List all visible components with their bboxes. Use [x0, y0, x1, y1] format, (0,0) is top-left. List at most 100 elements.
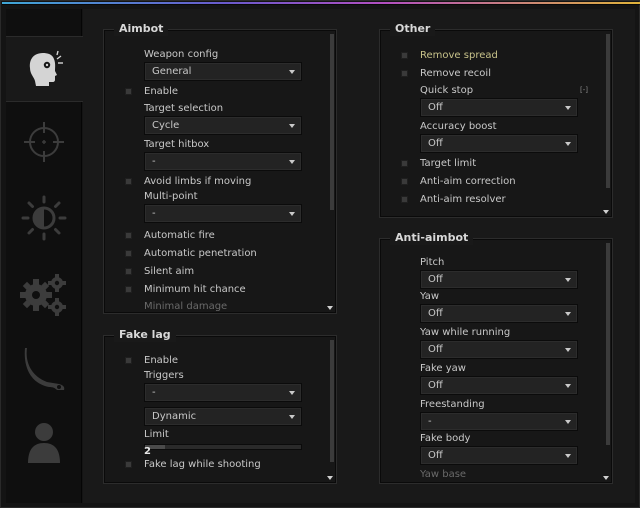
minimal-damage-label: Minimal damage — [144, 301, 228, 312]
other-group: Other Remove spread Remove recoil Quick … — [379, 22, 613, 218]
automatic-penetration-checkbox[interactable] — [125, 250, 132, 257]
yaw-value: Off — [428, 308, 443, 319]
pitch-value: Off — [428, 274, 443, 285]
freestanding-select[interactable]: - — [420, 412, 578, 431]
multipoint-value: - — [152, 208, 156, 219]
antiaim-group: Anti-aimbot Pitch Off Yaw Off Yaw while … — [379, 231, 613, 484]
aimbot-group: Aimbot Weapon config General Enable Targ… — [103, 22, 337, 314]
fakelag-scrollbar[interactable] — [330, 340, 334, 462]
accuracy-boost-select[interactable]: Off — [420, 134, 578, 153]
multipoint-select[interactable]: - — [144, 204, 302, 223]
yaw-select[interactable]: Off — [420, 304, 578, 323]
quick-stop-keybind[interactable]: [-] — [580, 86, 588, 94]
chevron-down-icon — [565, 312, 571, 316]
chevron-down-icon — [289, 391, 295, 395]
limit-slider[interactable] — [144, 444, 302, 450]
content-area: Aimbot Weapon config General Enable Targ… — [83, 9, 635, 503]
antiaim-scrollbar[interactable] — [606, 243, 610, 445]
weapon-config-label: Weapon config — [144, 49, 219, 60]
triggers-select[interactable]: - — [144, 383, 302, 402]
while-shooting-label: Fake lag while shooting — [144, 459, 261, 470]
while-shooting-checkbox[interactable] — [125, 461, 132, 468]
chevron-down-icon — [289, 212, 295, 216]
fakelag-enable-checkbox[interactable] — [125, 357, 132, 364]
freestanding-value: - — [428, 416, 432, 427]
avoid-limbs-checkbox[interactable] — [125, 178, 132, 185]
limit-value: 2 — [144, 446, 151, 457]
head-target-icon — [29, 50, 63, 86]
chevron-down-icon — [565, 106, 571, 110]
knife-icon — [24, 348, 65, 390]
antiaim-correction-checkbox[interactable] — [401, 178, 408, 185]
quick-stop-label: Quick stop — [420, 85, 474, 96]
weapon-config-select[interactable]: General — [144, 62, 302, 81]
tab-players[interactable] — [6, 409, 82, 475]
target-limit-label: Target limit — [420, 158, 477, 169]
pitch-select[interactable]: Off — [420, 270, 578, 289]
menu-window: Aimbot Weapon config General Enable Targ… — [0, 0, 640, 508]
silent-aim-label: Silent aim — [144, 266, 195, 277]
brightness-icon — [21, 195, 67, 241]
target-selection-label: Target selection — [144, 103, 224, 114]
freestanding-label: Freestanding — [420, 399, 485, 410]
fake-yaw-value: Off — [428, 380, 443, 391]
scroll-down-icon[interactable] — [327, 306, 333, 310]
scroll-down-icon[interactable] — [603, 476, 609, 480]
quick-stop-select[interactable]: Off — [420, 98, 578, 117]
tab-rage[interactable] — [6, 36, 83, 102]
yaw-running-value: Off — [428, 344, 443, 355]
accuracy-boost-label: Accuracy boost — [420, 121, 497, 132]
remove-recoil-checkbox[interactable] — [401, 70, 408, 77]
crosshair-icon — [24, 122, 64, 162]
tab-visuals[interactable] — [6, 185, 82, 251]
aimbot-scrollbar[interactable] — [330, 34, 334, 210]
min-hit-chance-label: Minimum hit chance — [144, 284, 246, 295]
fake-body-select[interactable]: Off — [420, 446, 578, 465]
scroll-down-icon[interactable] — [603, 210, 609, 214]
other-scrollbar[interactable] — [606, 34, 610, 188]
target-hitbox-label: Target hitbox — [144, 139, 210, 150]
fakelag-mode-select[interactable]: Dynamic — [144, 407, 302, 426]
yaw-running-label: Yaw while running — [420, 327, 511, 338]
fake-body-value: Off — [428, 450, 443, 461]
fake-body-label: Fake body — [420, 433, 471, 444]
sidebar — [6, 9, 83, 503]
chevron-down-icon — [289, 160, 295, 164]
triggers-label: Triggers — [144, 370, 184, 381]
automatic-fire-checkbox[interactable] — [125, 232, 132, 239]
fake-yaw-select[interactable]: Off — [420, 376, 578, 395]
quick-stop-value: Off — [428, 102, 443, 113]
chevron-down-icon — [289, 415, 295, 419]
target-selection-select[interactable]: Cycle — [144, 116, 302, 135]
pitch-label: Pitch — [420, 257, 445, 268]
target-limit-checkbox[interactable] — [401, 160, 408, 167]
silent-aim-checkbox[interactable] — [125, 268, 132, 275]
target-hitbox-select[interactable]: - — [144, 152, 302, 171]
antiaim-resolver-label: Anti-aim resolver — [420, 194, 506, 205]
scroll-down-icon[interactable] — [327, 476, 333, 480]
automatic-fire-label: Automatic fire — [144, 230, 215, 241]
min-hit-chance-checkbox[interactable] — [125, 286, 132, 293]
antiaim-resolver-checkbox[interactable] — [401, 196, 408, 203]
chevron-down-icon — [289, 70, 295, 74]
tab-misc[interactable] — [6, 261, 82, 327]
tab-skins[interactable] — [6, 335, 82, 401]
remove-spread-label: Remove spread — [420, 50, 498, 61]
enable-aimbot-label: Enable — [144, 86, 179, 97]
remove-spread-checkbox[interactable] — [401, 52, 408, 59]
chevron-down-icon — [289, 124, 295, 128]
fakelag-mode-value: Dynamic — [152, 411, 197, 422]
chevron-down-icon — [565, 142, 571, 146]
tab-legit[interactable] — [6, 109, 82, 175]
limit-label: Limit — [144, 429, 169, 440]
enable-aimbot-checkbox[interactable] — [125, 88, 132, 95]
target-selection-value: Cycle — [152, 120, 180, 131]
yaw-base-label: Yaw base — [420, 469, 467, 480]
weapon-config-value: General — [152, 66, 192, 77]
chevron-down-icon — [565, 454, 571, 458]
chevron-down-icon — [565, 348, 571, 352]
yaw-running-select[interactable]: Off — [420, 340, 578, 359]
antiaim-correction-label: Anti-aim correction — [420, 176, 516, 187]
target-hitbox-value: - — [152, 156, 156, 167]
yaw-label: Yaw — [420, 291, 440, 302]
